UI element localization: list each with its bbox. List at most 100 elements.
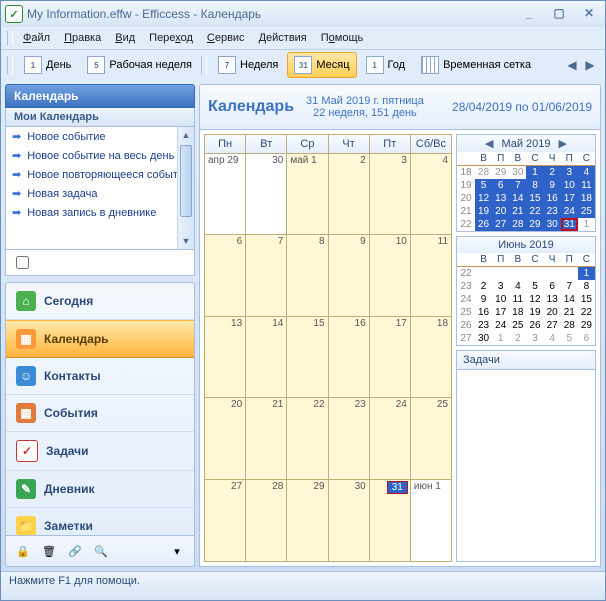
mini-day[interactable]: 8 <box>578 280 595 293</box>
mini-day[interactable]: 5 <box>526 280 543 293</box>
mini-prev-button[interactable]: ◀ <box>481 137 497 150</box>
menu-edit[interactable]: Правка <box>58 30 107 46</box>
nav-events[interactable]: ▦События <box>6 395 194 432</box>
minimize-button[interactable]: _ <box>517 6 541 22</box>
mini-day[interactable]: 4 <box>544 332 561 345</box>
day-cell[interactable]: 14 <box>246 317 287 398</box>
mini-day[interactable] <box>492 267 509 280</box>
nav-diary[interactable]: ✎Дневник <box>6 471 194 508</box>
mini-day[interactable] <box>475 267 492 280</box>
mini-day[interactable]: 6 <box>544 280 561 293</box>
mini-day[interactable]: 30 <box>509 166 526 179</box>
mini-day[interactable]: 30 <box>544 218 561 231</box>
day-cell[interactable]: 20 <box>205 398 246 479</box>
mini-day[interactable]: 1 <box>578 267 595 280</box>
mini-day[interactable]: 18 <box>509 306 526 319</box>
mini-day[interactable]: 21 <box>509 205 526 218</box>
tool-overflow-icon[interactable]: ▾ <box>168 542 186 560</box>
mini-day[interactable]: 16 <box>475 306 492 319</box>
nav-notes[interactable]: 📁Заметки <box>6 508 194 536</box>
view-month-button[interactable]: 31 Месяц <box>287 52 356 78</box>
mini-day[interactable]: 26 <box>475 218 492 231</box>
mini-day[interactable]: 3 <box>526 332 543 345</box>
mini-day[interactable]: 3 <box>492 280 509 293</box>
mini-day[interactable]: 1 <box>526 166 543 179</box>
day-cell[interactable]: май 1 <box>287 154 328 235</box>
mini-day[interactable]: 15 <box>578 293 595 306</box>
mini-day[interactable]: 10 <box>492 293 509 306</box>
mini-day[interactable]: 14 <box>561 293 578 306</box>
tool-safe-icon[interactable]: 🔒 <box>14 542 32 560</box>
mini-day[interactable]: 28 <box>561 319 578 332</box>
mini-day[interactable]: 25 <box>578 205 595 218</box>
day-cell[interactable]: 6 <box>205 235 246 316</box>
maximize-button[interactable]: ▢ <box>547 6 571 22</box>
day-cell[interactable]: 13 <box>205 317 246 398</box>
mini-day[interactable]: 24 <box>561 205 578 218</box>
mini-day[interactable]: 2 <box>475 280 492 293</box>
mini-day[interactable]: 20 <box>492 205 509 218</box>
mini-day[interactable]: 20 <box>544 306 561 319</box>
mini-day[interactable]: 29 <box>578 319 595 332</box>
mini-day[interactable]: 5 <box>561 332 578 345</box>
mini-day[interactable]: 12 <box>475 192 492 205</box>
mini-day[interactable]: 23 <box>544 205 561 218</box>
scroll-up-icon[interactable]: ▲ <box>178 127 194 143</box>
menu-help[interactable]: Помощь <box>315 30 370 46</box>
prev-button[interactable]: ◀ <box>563 56 581 74</box>
day-cell[interactable]: 29 <box>287 480 328 561</box>
day-cell[interactable]: 30 <box>329 480 370 561</box>
mini-day[interactable]: 28 <box>475 166 492 179</box>
mini-day[interactable]: 29 <box>492 166 509 179</box>
collapse-row[interactable] <box>5 250 195 276</box>
day-cell[interactable]: 22 <box>287 398 328 479</box>
mini-day[interactable]: 21 <box>561 306 578 319</box>
day-cell[interactable]: 21 <box>246 398 287 479</box>
mini-day[interactable]: 11 <box>578 179 595 192</box>
view-week-button[interactable]: 7 Неделя <box>211 52 285 78</box>
day-cell[interactable]: 17 <box>370 317 411 398</box>
mini-day[interactable]: 24 <box>492 319 509 332</box>
mini-day[interactable]: 31 <box>561 218 578 231</box>
mini-day[interactable] <box>561 267 578 280</box>
mini-day[interactable]: 22 <box>578 306 595 319</box>
collapse-checkbox[interactable] <box>16 256 29 269</box>
nav-contacts[interactable]: ☺Контакты <box>6 358 194 395</box>
link-new-event[interactable]: ➡Новое событие <box>6 127 194 146</box>
mini-day[interactable]: 19 <box>475 205 492 218</box>
day-cell[interactable]: 2 <box>329 154 370 235</box>
link-new-recurring[interactable]: ➡Новое повторяющееся событие <box>6 165 194 184</box>
scroll-thumb[interactable] <box>180 145 192 217</box>
day-cell[interactable]: 11 <box>411 235 451 316</box>
tool-search-icon[interactable]: 🔍 <box>92 542 110 560</box>
day-cell[interactable]: 25 <box>411 398 451 479</box>
nav-calendar[interactable]: ▦Календарь <box>6 320 194 358</box>
day-cell[interactable]: 30 <box>246 154 287 235</box>
mini-day[interactable]: 4 <box>578 166 595 179</box>
mini-day[interactable]: 5 <box>475 179 492 192</box>
mini-day[interactable]: 17 <box>561 192 578 205</box>
mini-cal-title[interactable]: Май 2019 <box>501 138 550 150</box>
day-cell[interactable]: 16 <box>329 317 370 398</box>
mini-day[interactable]: 6 <box>492 179 509 192</box>
day-cell[interactable]: апр 29 <box>205 154 246 235</box>
day-cell[interactable]: 8 <box>287 235 328 316</box>
mini-day[interactable]: 27 <box>492 218 509 231</box>
day-cell[interactable]: 23 <box>329 398 370 479</box>
mini-day[interactable]: 7 <box>561 280 578 293</box>
scrollbar[interactable]: ▲ ▼ <box>177 127 194 249</box>
mini-day[interactable]: 18 <box>578 192 595 205</box>
day-cell[interactable]: 18 <box>411 317 451 398</box>
mini-cal-title[interactable]: Июнь 2019 <box>498 239 554 251</box>
mini-day[interactable]: 12 <box>526 293 543 306</box>
menu-goto[interactable]: Переход <box>143 30 199 46</box>
day-cell[interactable]: 27 <box>205 480 246 561</box>
mini-day[interactable]: 15 <box>526 192 543 205</box>
day-cell[interactable]: 28 <box>246 480 287 561</box>
mini-day[interactable] <box>544 267 561 280</box>
mini-day[interactable]: 13 <box>544 293 561 306</box>
mini-day[interactable]: 19 <box>526 306 543 319</box>
mini-day[interactable]: 1 <box>578 218 595 231</box>
view-day-button[interactable]: 1 День <box>17 52 78 78</box>
sidebar-subheader[interactable]: Мои Календарь <box>5 108 195 127</box>
